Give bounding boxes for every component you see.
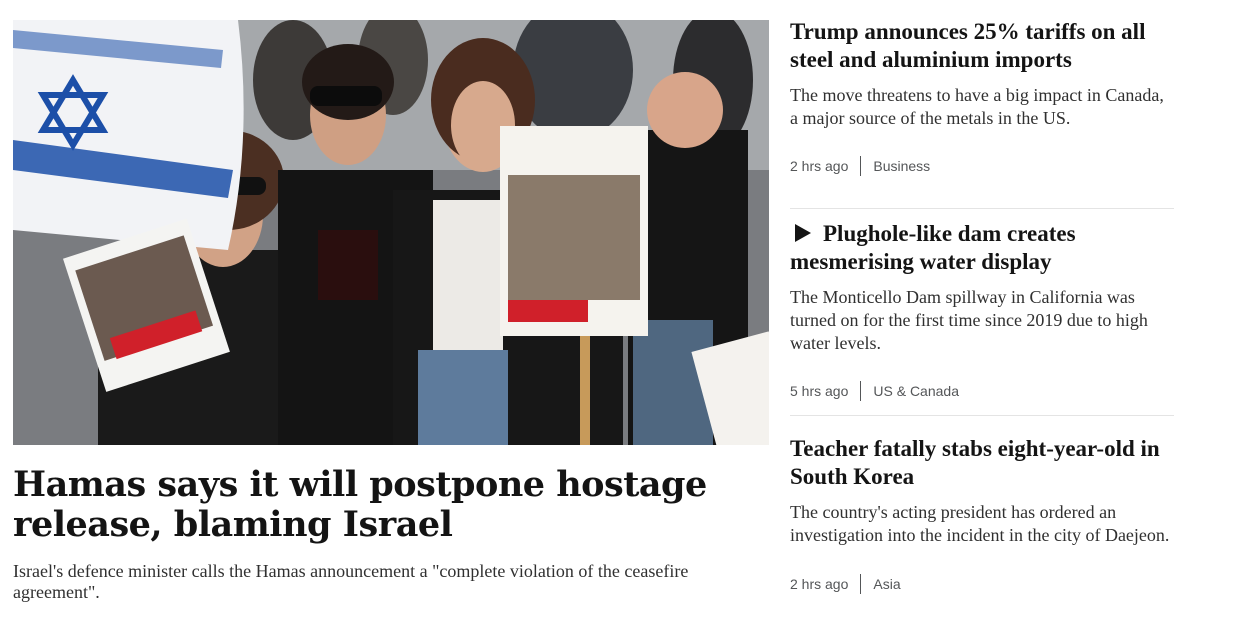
story-timestamp: 2 hrs ago xyxy=(790,158,849,174)
play-icon xyxy=(795,224,811,242)
lead-story-headline[interactable]: Hamas says it will postpone hostage rele… xyxy=(13,465,758,545)
story-headline-wrapper[interactable]: Plughole-like dam creates mesmerising wa… xyxy=(790,220,1174,276)
story-meta: 5 hrs ago US & Canada xyxy=(790,381,1174,401)
story-topic-link[interactable]: Asia xyxy=(873,576,900,592)
story-headline[interactable]: Teacher fatally stabs eight-year-old in … xyxy=(790,435,1174,491)
story-headline[interactable]: Trump announces 25% tariffs on all steel… xyxy=(790,18,1174,74)
story-card[interactable]: Plughole-like dam creates mesmerising wa… xyxy=(790,209,1174,416)
story-meta: 2 hrs ago Asia xyxy=(790,574,1174,594)
lead-story-summary: Israel's defence minister calls the Hama… xyxy=(13,561,689,602)
story-summary: The move threatens to have a big impact … xyxy=(790,85,1164,128)
lead-story[interactable]: Hamas says it will postpone hostage rele… xyxy=(13,20,769,603)
meta-divider xyxy=(860,574,862,594)
side-stories: Trump announces 25% tariffs on all steel… xyxy=(790,18,1174,594)
story-summary: The Monticello Dam spillway in Californi… xyxy=(790,287,1148,353)
story-headline[interactable]: Plughole-like dam creates mesmerising wa… xyxy=(790,221,1076,274)
lead-story-image[interactable] xyxy=(13,20,769,445)
story-timestamp: 5 hrs ago xyxy=(790,383,849,399)
protest-photo xyxy=(13,20,769,445)
story-card[interactable]: Trump announces 25% tariffs on all steel… xyxy=(790,18,1174,209)
story-summary: The country's acting president has order… xyxy=(790,502,1170,545)
story-card[interactable]: Teacher fatally stabs eight-year-old in … xyxy=(790,416,1174,594)
story-topic-link[interactable]: Business xyxy=(873,158,930,174)
meta-divider xyxy=(860,156,862,176)
meta-divider xyxy=(860,381,862,401)
story-timestamp: 2 hrs ago xyxy=(790,576,849,592)
story-topic-link[interactable]: US & Canada xyxy=(873,383,959,399)
story-meta: 2 hrs ago Business xyxy=(790,156,1174,176)
